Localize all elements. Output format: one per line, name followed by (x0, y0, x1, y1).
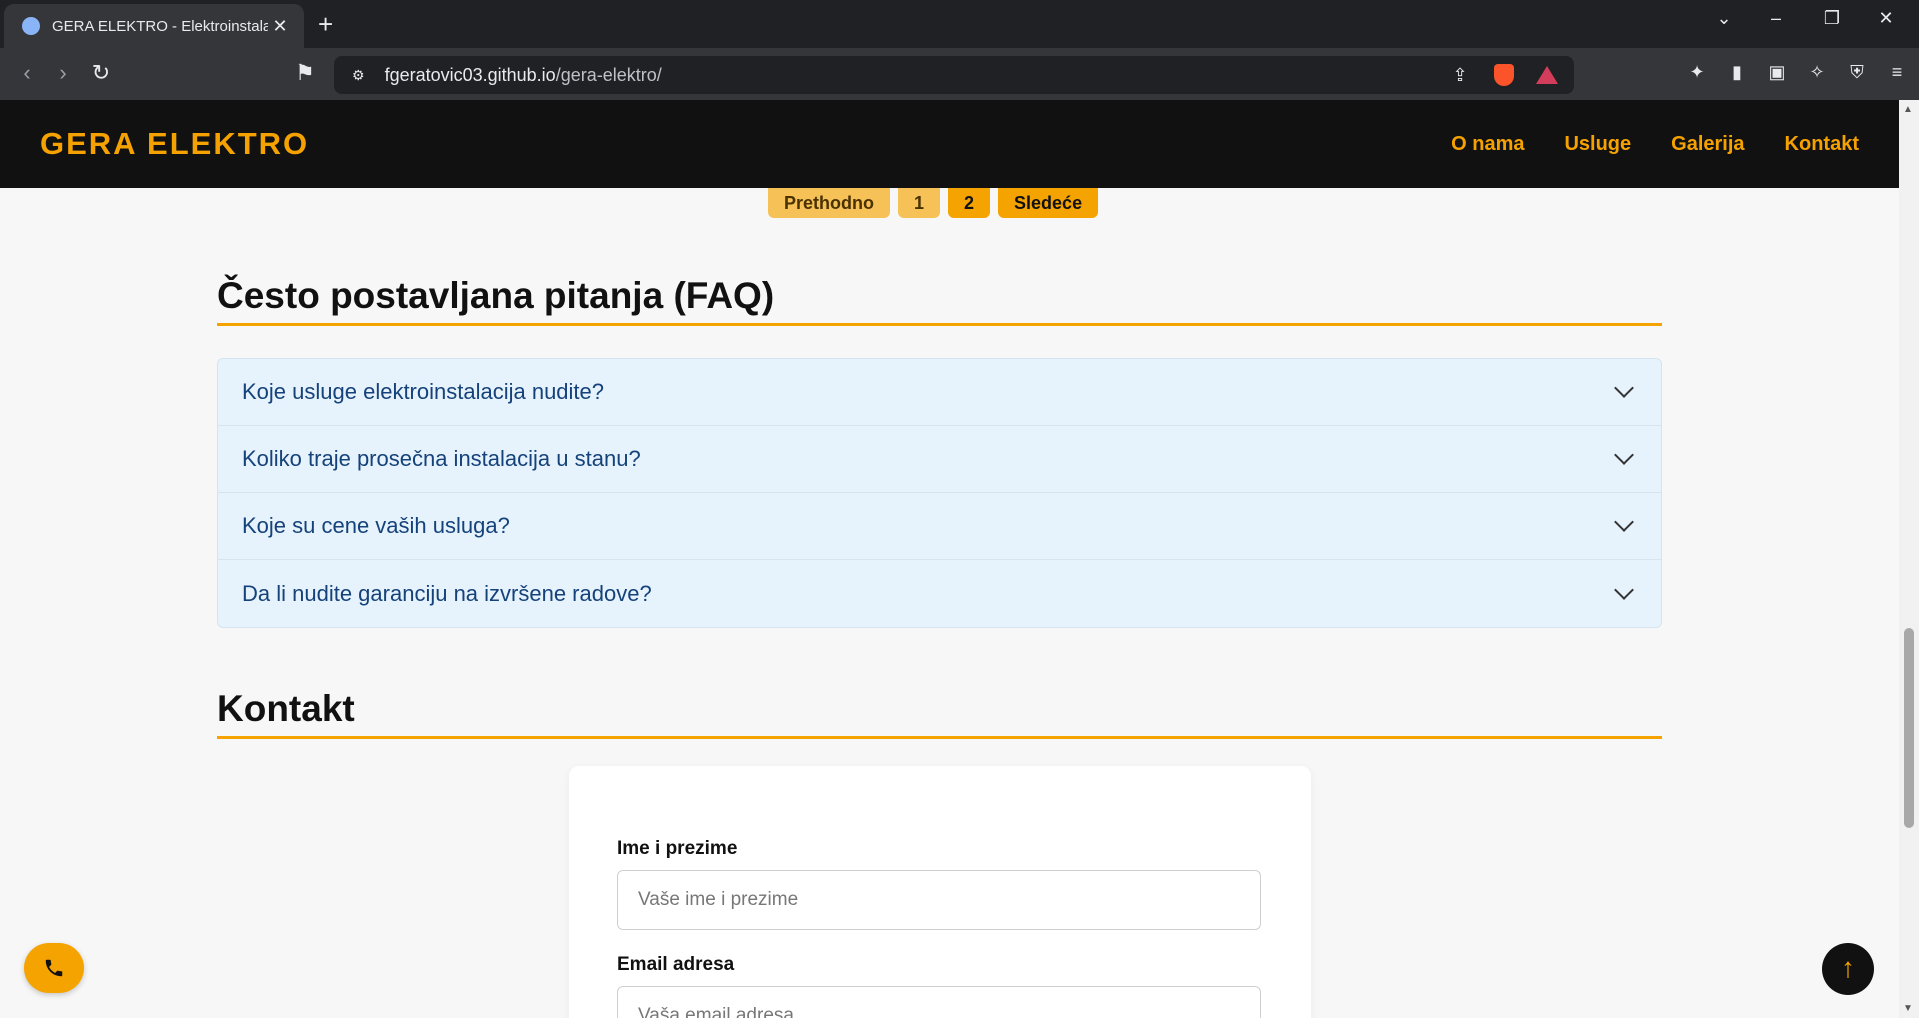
faq-question: Koje usluge elektroinstalacija nudite? (242, 379, 605, 404)
sidebar-icon[interactable]: ▮ (1725, 62, 1749, 83)
faq-item[interactable]: Koliko traje prosečna instalacija u stan… (218, 426, 1661, 493)
scroll-down-icon[interactable]: ▼ (1903, 1003, 1913, 1014)
site-info-icon[interactable]: ⚙ (352, 67, 365, 84)
faq-question: Koliko traje prosečna instalacija u stan… (242, 446, 641, 471)
restore-icon[interactable]: ❐ (1814, 8, 1850, 29)
faq-item[interactable]: Da li nudite garanciju na izvršene radov… (218, 560, 1661, 627)
chevron-down-icon (1614, 579, 1634, 600)
brave-rewards-icon[interactable] (1536, 66, 1558, 84)
page-scrollbar[interactable]: ▲ ▼ (1899, 100, 1919, 1018)
phone-icon (45, 959, 63, 977)
name-input[interactable] (617, 870, 1261, 930)
reload-icon[interactable]: ↻ (86, 60, 116, 86)
arrow-up-icon: ↑ (1841, 952, 1855, 983)
faq-item[interactable]: Koje su cene vaših usluga? (218, 493, 1661, 560)
browser-tabbar: GERA ELEKTRO - Elektroinstalacij ✕ + ⌄ –… (0, 0, 1919, 48)
nav-link-o-nama[interactable]: O nama (1451, 133, 1524, 156)
scrollbar-thumb[interactable] (1904, 628, 1914, 828)
nav-link-galerija[interactable]: Galerija (1671, 133, 1744, 156)
globe-icon (22, 17, 40, 35)
url-text: fgeratovic03.github.io/gera-elektro/ (384, 64, 662, 85)
scroll-up-icon[interactable]: ▲ (1903, 104, 1913, 115)
page-viewport: GERA ELEKTRO O nama Usluge Galerija Kont… (0, 100, 1899, 1018)
tab-title: GERA ELEKTRO - Elektroinstalacij (52, 17, 268, 35)
vpn-icon[interactable]: ⛨ (1845, 62, 1869, 83)
bookmark-icon[interactable]: ⚑ (290, 60, 320, 86)
share-icon[interactable]: ⇪ (1448, 65, 1472, 86)
chevron-down-icon (1614, 445, 1634, 465)
scroll-to-top-button[interactable]: ↑ (1822, 943, 1874, 995)
faq-title: Često postavljana pitanja (FAQ) (217, 275, 1662, 326)
email-input[interactable] (617, 986, 1261, 1018)
wallet-icon[interactable]: ▣ (1765, 62, 1789, 83)
close-tab-icon[interactable]: ✕ (268, 16, 292, 37)
close-window-icon[interactable]: ✕ (1868, 8, 1904, 29)
address-bar[interactable]: ⚙ fgeratovic03.github.io/gera-elektro/ ⇪ (334, 56, 1574, 94)
call-button[interactable] (24, 943, 84, 993)
name-label: Ime i prezime (617, 838, 738, 859)
extensions-icon[interactable]: ✦ (1685, 62, 1709, 83)
browser-tab[interactable]: GERA ELEKTRO - Elektroinstalacij ✕ (4, 4, 304, 48)
site-header: GERA ELEKTRO O nama Usluge Galerija Kont… (0, 100, 1899, 188)
faq-accordion: Koje usluge elektroinstalacija nudite? K… (217, 358, 1662, 628)
brave-shields-icon[interactable] (1494, 64, 1514, 86)
contact-title: Kontakt (217, 688, 1662, 739)
email-label: Email adresa (617, 954, 735, 975)
nav-link-kontakt[interactable]: Kontakt (1785, 133, 1859, 156)
minimize-icon[interactable]: – (1758, 8, 1794, 29)
faq-item[interactable]: Koje usluge elektroinstalacija nudite? (218, 359, 1661, 426)
chevron-down-icon (1614, 512, 1634, 532)
main-nav: O nama Usluge Galerija Kontakt (1451, 133, 1859, 156)
site-logo[interactable]: GERA ELEKTRO (40, 126, 309, 162)
contact-form: Ime i prezime Email adresa (569, 766, 1311, 1018)
new-tab-button[interactable]: + (318, 10, 333, 38)
tab-search-icon[interactable]: ⌄ (1706, 8, 1742, 29)
menu-icon[interactable]: ≡ (1885, 62, 1909, 83)
faq-question: Da li nudite garanciju na izvršene radov… (242, 580, 652, 606)
nav-link-usluge[interactable]: Usluge (1564, 133, 1631, 156)
back-icon[interactable]: ‹ (12, 60, 42, 86)
faq-question: Koje su cene vaših usluga? (242, 513, 510, 538)
browser-toolbar: ‹ › ↻ ⚑ ⚙ fgeratovic03.github.io/gera-el… (0, 48, 1919, 100)
chevron-down-icon (1614, 378, 1634, 398)
leo-ai-icon[interactable]: ✧ (1805, 62, 1829, 83)
forward-icon[interactable]: › (48, 60, 78, 86)
